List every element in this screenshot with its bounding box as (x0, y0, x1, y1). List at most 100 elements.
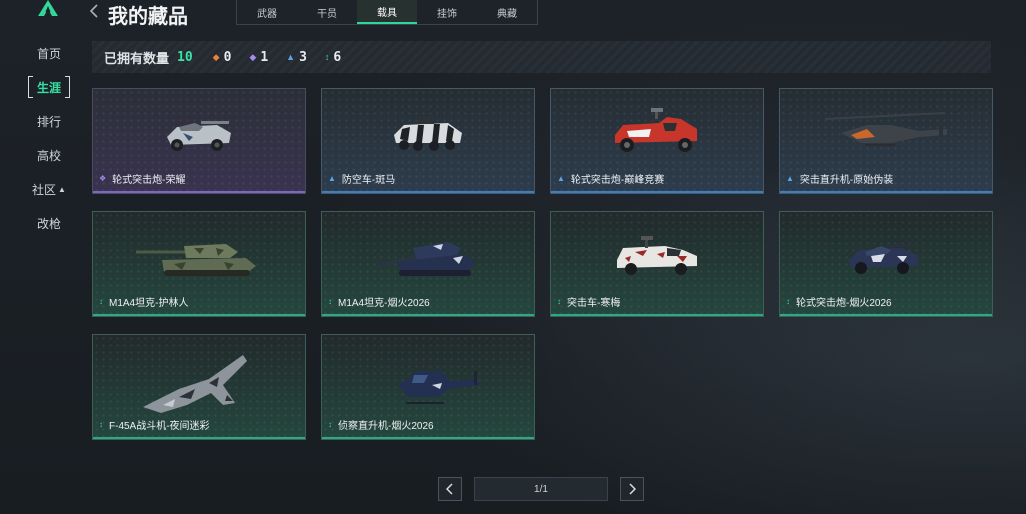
anti-air-vehicle-image (394, 116, 462, 151)
blue-chevron-icon: ▲ (286, 52, 296, 62)
purple-diamond-icon: ◆ (249, 51, 257, 62)
page-title: 我的藏品 (108, 6, 188, 28)
vehicle-name-text: M1A4坦克-护林人 (109, 298, 189, 309)
sidebar-item-label: 社区 (32, 182, 57, 197)
sidebar-item-label: 生涯 (36, 80, 61, 95)
orange-diamond-icon: ◆ (212, 51, 220, 62)
vehicle-name: ↕ M1A4坦克-烟火2026 (328, 294, 430, 309)
vehicle-name-text: F-45A战斗机-夜间迷彩 (109, 421, 210, 432)
rarity-icon: ↕ (328, 420, 332, 429)
vehicle-name: ▲ 轮式突击炮-巅峰竞赛 (557, 171, 664, 186)
sidebar-item-label: 排行 (36, 114, 61, 129)
tank-image (376, 242, 475, 276)
stat-value: 6 (333, 49, 342, 65)
chevron-up-icon: ▲ (58, 184, 66, 194)
vehicle-card[interactable]: ▲ 突击直升机-原始伪装 (779, 88, 993, 194)
rarity-icon: ↕ (557, 297, 561, 306)
rarity-icon: ↕ (328, 297, 332, 306)
rarity-icon: ↕ (786, 297, 790, 306)
tab-vehicles[interactable]: 载具 (357, 0, 417, 24)
vehicle-name-text: M1A4坦克-烟火2026 (338, 298, 430, 309)
vehicle-name: ↕ F-45A战斗机-夜间迷彩 (99, 417, 210, 432)
stat-value: 0 (223, 49, 232, 65)
sidebar-item-career[interactable]: 生涯 (26, 76, 72, 98)
sidebar-item-ranking[interactable]: 排行 (26, 110, 72, 132)
rarity-bar (93, 437, 305, 439)
collection-screen: 首页 生涯 排行 高校 社区 ▲ 改枪 我的藏品 武器 干员 载具 挂饰 典藏 已… (0, 0, 1026, 514)
wheeled-assault-gun-image (849, 244, 919, 274)
wheeled-assault-gun-image (615, 108, 697, 152)
chevron-right-icon (629, 483, 636, 495)
vehicle-card[interactable]: ↕ 轮式突击炮-烟火2026 (779, 211, 993, 317)
vehicle-card[interactable]: ↕ M1A4坦克-护林人 (92, 211, 306, 317)
rarity-icon: ❖ (99, 174, 107, 183)
vehicle-name: ❖ 轮式突击炮-荣耀 (99, 171, 186, 186)
tab-weapons[interactable]: 武器 (237, 0, 297, 24)
rarity-bar (322, 314, 534, 316)
vehicle-card[interactable]: ▲ 轮式突击炮-巅峰竞赛 (550, 88, 764, 194)
tab-collection[interactable]: 典藏 (477, 0, 537, 24)
rarity-bar (780, 191, 992, 193)
vehicle-name: ↕ 侦察直升机-烟火2026 (328, 417, 434, 432)
vehicle-name-text: 轮式突击炮-巅峰竞赛 (570, 175, 665, 186)
next-page-button[interactable] (620, 477, 644, 501)
back-button[interactable] (89, 4, 98, 23)
vehicle-name-text: 防空车-斑马 (341, 175, 396, 186)
green-arrows-icon: ↕ (324, 52, 330, 62)
assault-vehicle-image (617, 236, 697, 275)
vehicle-card[interactable]: ↕ 侦察直升机-烟火2026 (321, 334, 535, 440)
sidebar-item-gunsmith[interactable]: 改枪 (26, 212, 72, 234)
rarity-icon: ▲ (557, 174, 565, 183)
vehicle-card[interactable]: ↕ M1A4坦克-烟火2026 (321, 211, 535, 317)
tab-operators[interactable]: 干员 (297, 0, 357, 24)
vehicle-name: ↕ 轮式突击炮-烟火2026 (786, 294, 892, 309)
vehicle-card[interactable]: ↕ 突击车-寒梅 (550, 211, 764, 317)
rarity-bar (551, 191, 763, 193)
sidebar-item-home[interactable]: 首页 (26, 42, 72, 64)
owned-count-label: 已拥有数量 (104, 50, 170, 66)
stat-blue: ▲ 3 (286, 50, 307, 65)
vehicle-name-text: 突击车-寒梅 (567, 298, 621, 309)
rarity-icon: ▲ (328, 174, 336, 183)
vehicle-name: ↕ 突击车-寒梅 (557, 294, 620, 309)
rarity-bar (93, 191, 305, 193)
sidebar: 首页 生涯 排行 高校 社区 ▲ 改枪 (26, 42, 76, 246)
vehicle-name: ▲ 突击直升机-原始伪装 (786, 171, 893, 186)
stat-orange: ◆ 0 (213, 50, 232, 65)
vehicle-card[interactable]: ❖ 轮式突击炮-荣耀 (92, 88, 306, 194)
vehicle-name: ▲ 防空车-斑马 (328, 171, 395, 186)
tank-image (136, 244, 256, 276)
rarity-bar (322, 191, 534, 193)
vehicle-card[interactable]: ▲ 防空车-斑马 (321, 88, 535, 194)
rarity-icon: ↕ (99, 420, 103, 429)
rarity-bar (93, 314, 305, 316)
ownership-stats: 已拥有数量 10 ◆ 0 ◆ 1 ▲ 3 ↕ 6 (92, 41, 991, 73)
sidebar-item-university[interactable]: 高校 (26, 144, 72, 166)
attack-helicopter-image (824, 112, 947, 146)
vehicle-grid: ❖ 轮式突击炮-荣耀 ▲ 防空车-斑马 ▲ 轮式突击炮-巅峰竞赛 ▲ 突击直升机… (92, 88, 993, 440)
sidebar-item-label: 改枪 (36, 216, 61, 231)
rarity-bar (322, 437, 534, 439)
vehicle-card[interactable]: ↕ F-45A战斗机-夜间迷彩 (92, 334, 306, 440)
prev-page-button[interactable] (438, 477, 462, 501)
category-tabs: 武器 干员 载具 挂饰 典藏 (236, 0, 538, 25)
rarity-bar (551, 314, 763, 316)
owned-count-total: 10 (177, 49, 193, 65)
logo-icon (38, 0, 58, 16)
stat-value: 3 (299, 49, 307, 65)
sidebar-item-label: 高校 (36, 148, 61, 163)
chevron-left-icon (89, 4, 98, 18)
vehicle-name: ↕ M1A4坦克-护林人 (99, 294, 188, 309)
rarity-icon: ▲ (786, 174, 794, 183)
tab-charms[interactable]: 挂饰 (417, 0, 477, 24)
stat-purple: ◆ 1 (249, 50, 268, 65)
wheeled-assault-gun-image (167, 121, 231, 151)
rarity-bar (780, 314, 992, 316)
pagination: 1/1 (438, 477, 644, 501)
sidebar-item-community[interactable]: 社区 ▲ (26, 178, 72, 200)
stat-green: ↕ 6 (325, 50, 341, 65)
fighter-jet-image (143, 355, 247, 413)
vehicle-name-text: 轮式突击炮-荣耀 (112, 175, 186, 186)
rarity-icon: ↕ (99, 297, 103, 306)
vehicle-name-text: 突击直升机-原始伪装 (799, 175, 894, 186)
